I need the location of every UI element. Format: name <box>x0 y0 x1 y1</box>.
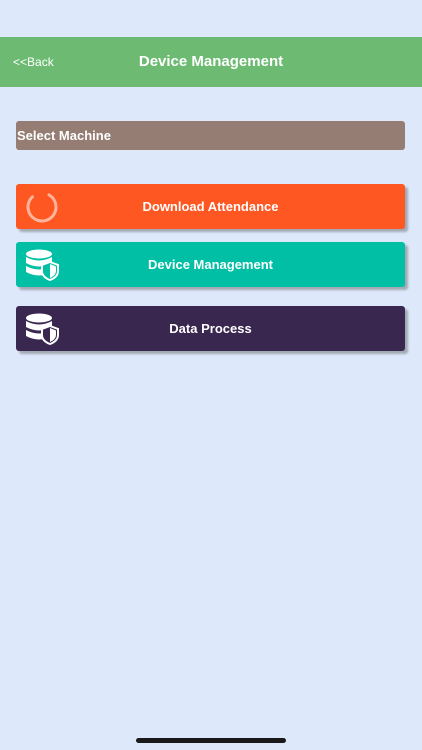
download-attendance-label: Download Attendance <box>142 199 279 214</box>
back-button[interactable]: <<Back <box>13 37 54 87</box>
home-indicator[interactable] <box>136 738 286 743</box>
data-process-label: Data Process <box>169 321 252 336</box>
app-header: <<Back Device Management <box>0 37 422 87</box>
device-management-label: Device Management <box>148 257 273 272</box>
device-management-button[interactable]: Device Management <box>16 242 405 287</box>
data-process-button[interactable]: Data Process <box>16 306 405 351</box>
download-attendance-button[interactable]: Download Attendance <box>16 184 405 229</box>
select-machine-dropdown[interactable]: Select Machine <box>16 121 405 150</box>
page-title: Device Management <box>138 53 284 70</box>
